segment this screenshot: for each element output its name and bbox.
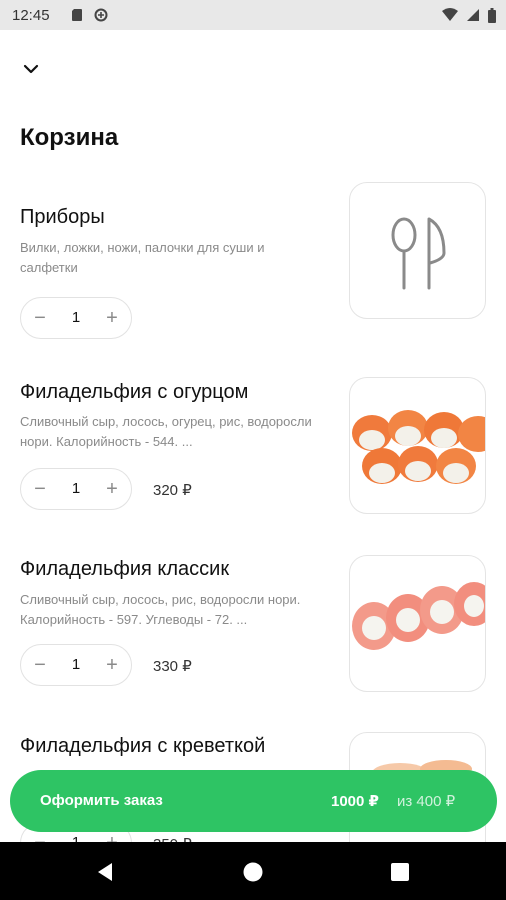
recents-icon[interactable] bbox=[389, 861, 411, 883]
order-minimum: из 400 ₽ bbox=[397, 793, 456, 810]
navigation-bar bbox=[0, 842, 506, 900]
back-icon[interactable] bbox=[94, 861, 116, 883]
checkout-label: Оформить заказ bbox=[40, 792, 163, 809]
order-total: 1000 ₽ bbox=[331, 793, 379, 810]
home-icon[interactable] bbox=[242, 861, 264, 883]
checkout-button[interactable]: Оформить заказ 1000 ₽ из 400 ₽ bbox=[10, 770, 497, 832]
list-item: Филадельфия с креветкой − 1 + 350 ₽ bbox=[0, 0, 506, 869]
item-name: Филадельфия с креветкой bbox=[20, 735, 266, 757]
